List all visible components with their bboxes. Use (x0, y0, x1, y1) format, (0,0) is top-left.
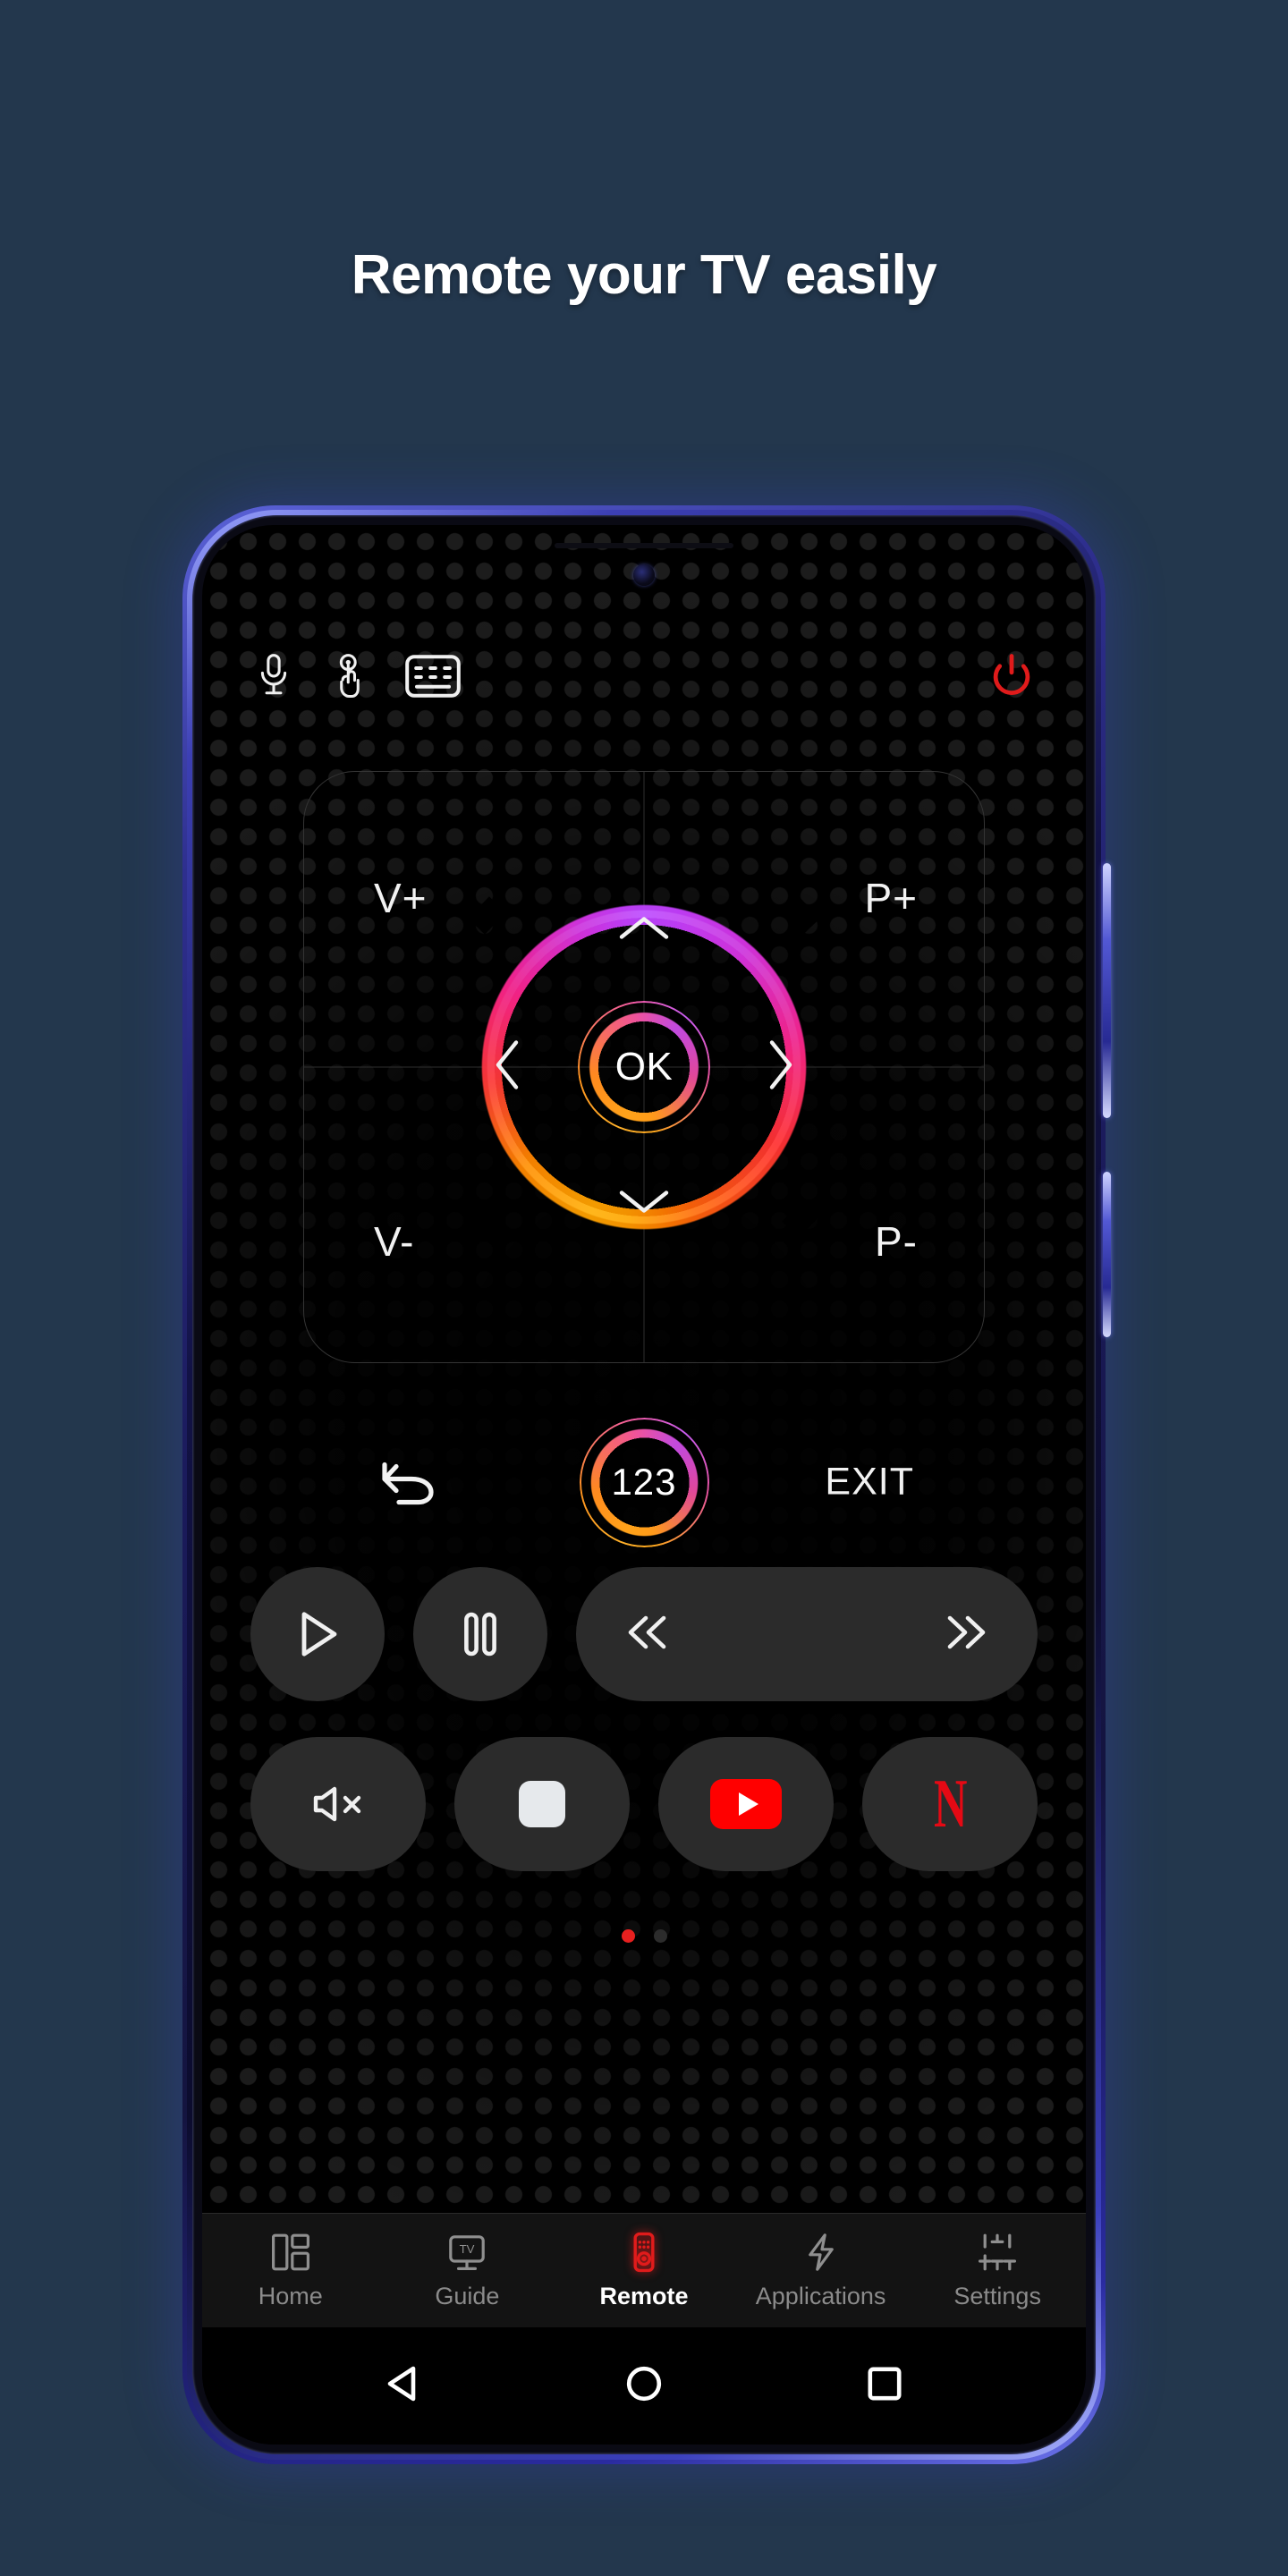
nav-label-applications: Applications (755, 2283, 886, 2309)
android-recents-icon[interactable] (860, 2360, 909, 2412)
bottom-navigation-bar: Home TV Guide Remote Applications Settin… (202, 2213, 1086, 2327)
volume-rocker-button[interactable] (1103, 863, 1111, 1118)
chevron-down-icon[interactable] (618, 1186, 670, 1221)
exit-button[interactable]: EXIT (825, 1461, 914, 1504)
remote-app: V+ P+ V- P- OK 123 EXIT N Home TV Guide … (202, 525, 1086, 2445)
phone-mockup: V+ P+ V- P- OK 123 EXIT N Home TV Guide … (182, 505, 1111, 2464)
channel-up-button[interactable]: P+ (864, 874, 918, 922)
dpad-panel: V+ P+ V- P- OK (303, 771, 985, 1363)
nav-item-settings[interactable]: Settings (909, 2231, 1086, 2310)
fast-forward-icon[interactable] (943, 1611, 989, 1658)
android-system-navigation (202, 2327, 1086, 2445)
nav-item-home[interactable]: Home (202, 2231, 379, 2310)
microphone-icon[interactable] (254, 652, 293, 700)
numpad-button[interactable]: 123 (572, 1410, 716, 1555)
nav-item-applications[interactable]: Applications (733, 2231, 910, 2310)
play-button[interactable] (250, 1567, 385, 1701)
ok-button[interactable]: OK (571, 994, 717, 1140)
media-controls-row-secondary: N (202, 1737, 1086, 1871)
page-title: Remote your TV easily (351, 244, 937, 306)
chevron-left-icon[interactable] (493, 1039, 523, 1096)
volume-down-button[interactable]: V- (374, 1217, 414, 1266)
youtube-play-triangle (738, 1792, 758, 1816)
remote-top-toolbar (202, 643, 1086, 709)
youtube-icon (710, 1779, 782, 1829)
touch-gesture-icon[interactable] (329, 652, 369, 700)
channel-down-button[interactable]: P- (875, 1217, 918, 1266)
nav-label-settings: Settings (953, 2283, 1041, 2309)
netflix-icon: N (934, 1764, 967, 1843)
android-home-icon[interactable] (620, 2360, 668, 2412)
chevron-up-icon[interactable] (618, 914, 670, 949)
nav-item-guide[interactable]: TV Guide (379, 2231, 556, 2310)
ok-button-label: OK (614, 1045, 674, 1089)
nav-label-remote: Remote (599, 2283, 689, 2309)
remote-mid-row: 123 EXIT (202, 1410, 1086, 1555)
power-icon[interactable] (989, 652, 1034, 700)
phone-screen: V+ P+ V- P- OK 123 EXIT N Home TV Guide … (202, 525, 1086, 2445)
keyboard-icon[interactable] (404, 654, 462, 699)
dpad-ring: OK (420, 843, 868, 1291)
rewind-icon[interactable] (624, 1611, 671, 1658)
page-dot-active[interactable] (621, 1929, 635, 1943)
media-controls-row-primary (202, 1567, 1086, 1701)
power-side-button[interactable] (1103, 1172, 1111, 1337)
page-dot-inactive[interactable] (653, 1929, 667, 1943)
android-back-icon[interactable] (379, 2360, 428, 2412)
page-indicator (202, 1929, 1086, 1943)
chevron-right-icon[interactable] (765, 1039, 795, 1096)
stop-button[interactable] (454, 1737, 630, 1871)
nav-label-guide: Guide (435, 2283, 500, 2309)
back-arrow-icon[interactable] (377, 1454, 440, 1511)
netflix-button[interactable]: N (862, 1737, 1038, 1871)
numpad-button-label: 123 (611, 1461, 677, 1503)
mute-button[interactable] (250, 1737, 426, 1871)
svg-text:TV: TV (460, 2242, 475, 2256)
nav-item-remote[interactable]: Remote (555, 2231, 733, 2310)
nav-label-home: Home (258, 2283, 323, 2309)
volume-up-button[interactable]: V+ (374, 874, 428, 922)
stop-icon (519, 1781, 565, 1827)
youtube-button[interactable] (658, 1737, 834, 1871)
seek-pill (576, 1567, 1038, 1701)
pause-button[interactable] (413, 1567, 547, 1701)
